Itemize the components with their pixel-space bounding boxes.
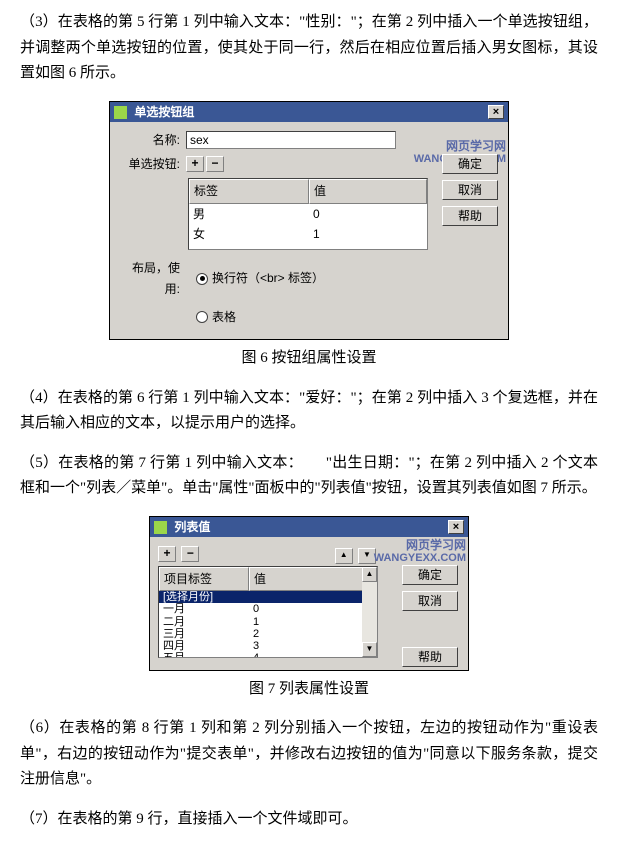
radio-group-dialog: 单选按钮组 × 网页学习网 WANGYEXX.COM 名称: 单选按钮: + −… xyxy=(109,101,509,341)
list-values-dialog: 列表值 × 网页学习网 WANGYEXX.COM + − ▲ ▼ xyxy=(149,516,469,671)
help-button[interactable]: 帮助 xyxy=(442,206,498,226)
figure-6-caption: 图 6 按钮组属性设置 xyxy=(20,346,598,372)
paragraph-6: （6）在表格的第 8 行第 1 列和第 2 列分别插入一个按钮，左边的按钮动作为… xyxy=(20,716,598,793)
list-item[interactable]: 女 1 xyxy=(189,224,427,244)
list-item[interactable]: 四月3 xyxy=(159,640,377,652)
list-values-list[interactable]: 项目标签 值 [选择月份] 一月0 二月1 三月2 四月3 xyxy=(158,566,378,658)
ok-button[interactable]: 确定 xyxy=(442,154,498,174)
app-icon xyxy=(114,106,127,119)
remove-button[interactable]: − xyxy=(206,156,224,172)
name-input[interactable] xyxy=(186,131,396,149)
col-header-value: 值 xyxy=(249,567,377,591)
radio-options-list[interactable]: 标签 值 男 0 女 1 xyxy=(188,178,428,250)
figure-6: 单选按钮组 × 网页学习网 WANGYEXX.COM 名称: 单选按钮: + −… xyxy=(20,101,598,341)
list-item[interactable]: [选择月份] xyxy=(159,591,377,603)
help-button[interactable]: 帮助 xyxy=(402,647,458,667)
close-icon[interactable]: × xyxy=(488,105,504,119)
add-button[interactable]: + xyxy=(186,156,204,172)
figure-7-caption: 图 7 列表属性设置 xyxy=(20,677,598,703)
dialog-titlebar: 列表值 × xyxy=(150,517,468,537)
cancel-button[interactable]: 取消 xyxy=(442,180,498,200)
move-up-button[interactable]: ▲ xyxy=(335,548,353,564)
name-label: 名称: xyxy=(118,130,186,150)
watermark: 网页学习网 WANGYEXX.COM xyxy=(374,539,466,564)
figure-7: 列表值 × 网页学习网 WANGYEXX.COM + − ▲ ▼ xyxy=(20,516,598,671)
list-item[interactable]: 一月0 xyxy=(159,603,377,615)
app-icon xyxy=(154,521,167,534)
radio-list-label: 单选按钮: xyxy=(118,154,186,174)
add-button[interactable]: + xyxy=(158,546,176,562)
dialog-title: 列表值 xyxy=(174,520,210,534)
col-header-value: 值 xyxy=(309,179,427,203)
scrollbar[interactable]: ▲ ▼ xyxy=(362,567,377,657)
scroll-down-icon[interactable]: ▼ xyxy=(362,642,377,657)
list-item[interactable]: 二月1 xyxy=(159,616,377,628)
ok-button[interactable]: 确定 xyxy=(402,565,458,585)
remove-button[interactable]: − xyxy=(181,546,199,562)
dialog-titlebar: 单选按钮组 × xyxy=(110,102,508,122)
scroll-up-icon[interactable]: ▲ xyxy=(362,567,377,582)
close-icon[interactable]: × xyxy=(448,520,464,534)
col-header-label: 项目标签 xyxy=(159,567,249,591)
paragraph-5: （5）在表格的第 7 行第 1 列中输入文本： "出生日期："；在第 2 列中插… xyxy=(20,451,598,502)
list-item[interactable]: 三月2 xyxy=(159,628,377,640)
paragraph-3: （3）在表格的第 5 行第 1 列中输入文本："性别："；在第 2 列中插入一个… xyxy=(20,10,598,87)
list-item[interactable]: 五月4 xyxy=(159,652,377,658)
cancel-button[interactable]: 取消 xyxy=(402,591,458,611)
paragraph-4: （4）在表格的第 6 行第 1 列中输入文本："爱好："；在第 2 列中插入 3… xyxy=(20,386,598,437)
radio-br[interactable] xyxy=(196,273,208,285)
layout-label: 布局，使用: xyxy=(118,258,186,299)
dialog-title: 单选按钮组 xyxy=(134,105,194,119)
radio-br-label: 换行符（<br> 标签） xyxy=(212,268,324,288)
col-header-label: 标签 xyxy=(189,179,309,203)
paragraph-7: （7）在表格的第 9 行，直接插入一个文件域即可。 xyxy=(20,807,598,833)
radio-table[interactable] xyxy=(196,311,208,323)
radio-table-label: 表格 xyxy=(212,307,236,327)
list-item[interactable]: 男 0 xyxy=(189,204,427,224)
